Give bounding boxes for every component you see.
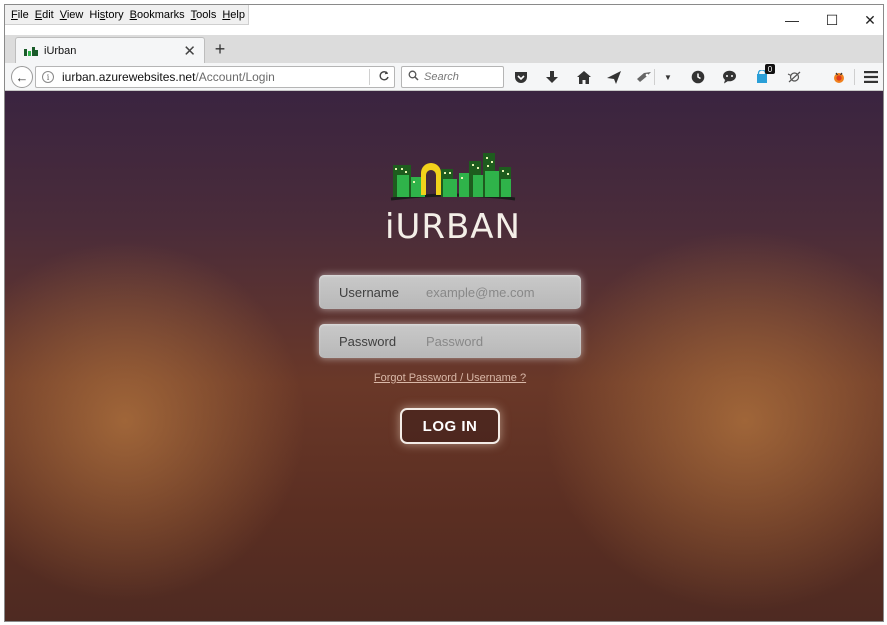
menu-history[interactable]: History (86, 5, 126, 24)
history-icon[interactable] (689, 68, 707, 86)
search-bar[interactable]: Search (401, 66, 504, 88)
hamburger-menu-icon[interactable] (862, 68, 880, 86)
search-placeholder: Search (424, 71, 459, 83)
home-icon[interactable] (575, 68, 593, 86)
login-button[interactable]: LOG IN (400, 408, 500, 444)
noscript-icon[interactable] (785, 68, 803, 86)
notification-badge: 0 (765, 64, 775, 74)
menu-bookmarks[interactable]: Bookmarks (127, 5, 188, 24)
password-label: Password (339, 333, 397, 349)
firebug-icon[interactable] (830, 68, 848, 86)
back-button[interactable]: ← (11, 66, 33, 88)
title-bar: File Edit View History Bookmarks Tools H… (5, 5, 883, 35)
menu-file[interactable]: File (8, 5, 32, 24)
dropdown-arrow-icon[interactable]: ▼ (659, 68, 677, 86)
tab-strip: iUrban ✕ + (5, 35, 883, 63)
browser-window: File Edit View History Bookmarks Tools H… (4, 4, 884, 622)
magnifier-icon (408, 70, 419, 84)
navigation-bar: ← i iurban.azurewebsites.net/Account/Log… (5, 63, 883, 91)
tab-iurban[interactable]: iUrban ✕ (15, 37, 205, 63)
logo-wordmark: iURBAN (385, 207, 521, 247)
menu-help[interactable]: Help (219, 5, 248, 24)
toolbar-separator-2 (854, 69, 855, 85)
info-icon[interactable]: i (42, 71, 54, 83)
forgot-password-link[interactable]: Forgot Password / Username ? (319, 372, 581, 384)
city-skyline-icon (390, 153, 516, 201)
page-content: iURBAN Username Password Forgot Password… (5, 91, 883, 621)
password-field: Password (319, 324, 581, 358)
menu-view[interactable]: View (57, 5, 87, 24)
maximize-button[interactable]: ☐ (813, 5, 851, 35)
notification-icon[interactable]: 0 (753, 64, 775, 86)
menu-edit[interactable]: Edit (32, 5, 57, 24)
send-icon[interactable] (605, 68, 623, 86)
flashgot-icon[interactable] (635, 68, 653, 86)
username-input[interactable] (426, 284, 571, 300)
download-icon[interactable] (543, 68, 561, 86)
username-field: Username (319, 275, 581, 309)
reload-icon[interactable] (378, 70, 390, 85)
new-tab-button[interactable]: + (210, 39, 230, 60)
menu-bar: File Edit View History Bookmarks Tools H… (5, 5, 249, 25)
tab-title: iUrban (44, 44, 77, 57)
url-bar[interactable]: i iurban.azurewebsites.net/Account/Login (35, 66, 395, 88)
iurban-logo: iURBAN (383, 149, 523, 247)
tab-close-icon[interactable]: ✕ (183, 42, 196, 60)
username-label: Username (339, 284, 399, 300)
chat-icon[interactable] (720, 68, 738, 86)
close-window-button[interactable]: ✕ (851, 5, 883, 35)
toolbar-separator (654, 69, 655, 85)
iurban-favicon-icon (24, 46, 38, 56)
url-path: /Account/Login (195, 70, 275, 84)
minimize-button[interactable]: — (773, 5, 811, 35)
password-input[interactable] (426, 333, 571, 349)
pocket-icon[interactable] (512, 68, 530, 86)
url-separator (369, 69, 370, 85)
url-host: iurban.azurewebsites.net (62, 70, 196, 84)
menu-tools[interactable]: Tools (188, 5, 220, 24)
